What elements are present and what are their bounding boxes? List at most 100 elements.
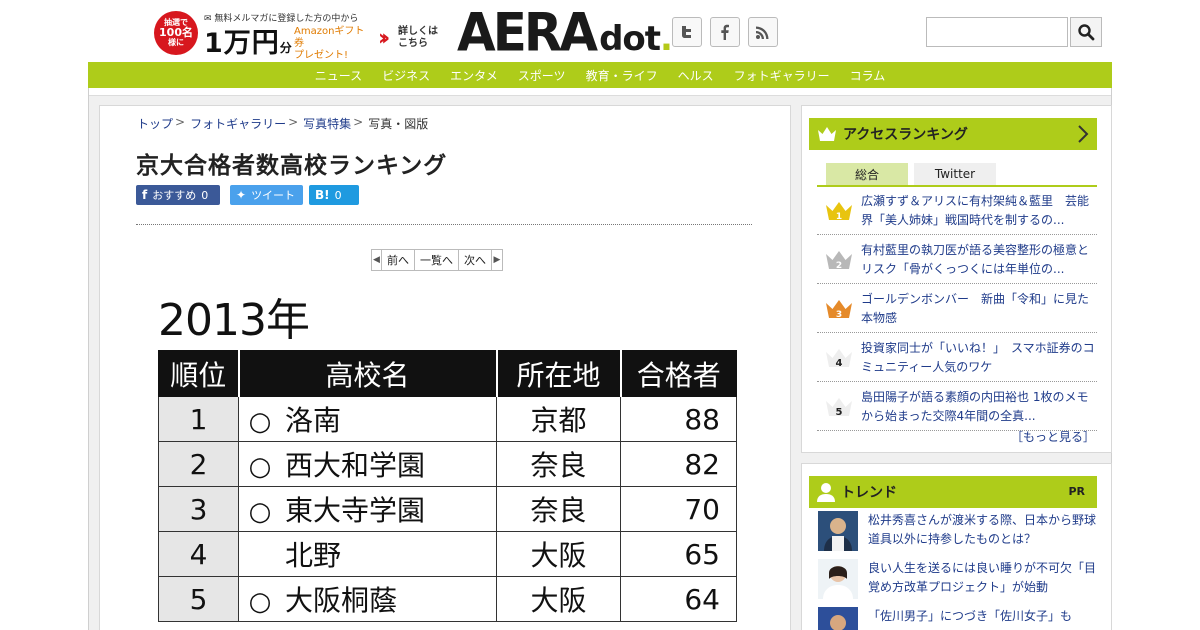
nav-item-business[interactable]: ビジネス <box>372 67 440 84</box>
breadcrumb: トップ > フォトギャラリー > 写真特集 > 写真・図版 <box>137 115 428 132</box>
circle-mark-icon: ○ <box>248 587 272 617</box>
rank-1-crown-icon: 1 <box>817 200 861 222</box>
nav-item-health[interactable]: ヘルス <box>668 67 724 84</box>
site-header: 抽選で 100名 様に ✉ 無料メルマガに登録した方の中から 1万円分 Amaz… <box>88 0 1112 62</box>
breadcrumb-separator-icon: > <box>353 115 364 129</box>
ranking-item-text: 投資家同士が「いいね！」 スマホ証券のコミュニティー人気のワケ <box>861 340 1095 374</box>
chevron-right-icon[interactable] <box>1077 125 1089 143</box>
rank-cell: 4 <box>158 531 239 577</box>
logo-aera: AERA <box>457 2 598 64</box>
school-name: 北野 <box>285 539 342 572</box>
table-row: 1 ○ 洛南 京都 88 <box>158 396 737 442</box>
promo-badge-line2: 100名 <box>159 26 193 39</box>
trend-item-text: 良い人生を送るには良い睡りが不可欠「目覚め方改革プロジェクト」が始動 <box>868 561 1097 594</box>
ranking-item[interactable]: 5 島田陽子が語る素顔の内田裕也 1枚のメモから始まった交際4年間の全真... <box>817 383 1097 431</box>
passers-cell: 64 <box>620 576 737 622</box>
nav-item-news[interactable]: ニュース <box>305 67 372 84</box>
rss-icon[interactable] <box>748 17 778 47</box>
access-ranking-header[interactable]: アクセスランキング <box>809 118 1097 150</box>
pager-left-arrow-icon[interactable]: ◀ <box>372 250 382 270</box>
tab-overall[interactable]: 総合 <box>826 163 908 185</box>
search-input[interactable] <box>926 17 1068 47</box>
trend-item[interactable]: 良い人生を送るには良い睡りが不可欠「目覚め方改革プロジェクト」が始動 <box>818 559 1098 605</box>
column-header-rank: 順位 <box>158 350 240 397</box>
person-icon <box>817 483 835 502</box>
table-header-row: 順位 高校名 所在地 合格者 <box>158 350 737 397</box>
column-header-location: 所在地 <box>496 350 622 397</box>
breadcrumb-current: 写真・図版 <box>368 117 429 131</box>
facebook-share-button[interactable]: f おすすめ 0 <box>136 185 220 205</box>
rank-cell: 2 <box>158 441 239 487</box>
rank-5-crown-icon: 5 <box>817 396 861 418</box>
promo-detail-link[interactable]: 詳しくは こちら <box>398 26 438 50</box>
site-logo[interactable]: AERA dot. <box>457 2 673 64</box>
table-row: 3 ○ 東大寺学園 奈良 70 <box>158 486 737 532</box>
table-row: 5 ○ 大阪桐蔭 大阪 64 <box>158 576 737 622</box>
svg-text:3: 3 <box>836 310 842 320</box>
school-name: 西大和学園 <box>285 449 426 482</box>
ranking-item-text: 有村藍里の執刀医が語る美容整形の極意とリスク「骨がくっつくには年単位の... <box>861 242 1090 276</box>
ranking-item[interactable]: 4 投資家同士が「いいね！」 スマホ証券のコミュニティー人気のワケ <box>817 334 1097 382</box>
global-nav: ニュース ビジネス エンタメ スポーツ 教育・ライフ ヘルス フォトギャラリー … <box>88 62 1112 88</box>
promo-badge[interactable]: 抽選で 100名 様に <box>154 11 198 55</box>
tweet-label: ツイート <box>251 189 296 202</box>
nav-item-sports[interactable]: スポーツ <box>508 67 576 84</box>
trend-thumbnail <box>818 607 858 630</box>
ranking-item[interactable]: 3 ゴールデンボンバー 新曲「令和」に見た本物感 <box>817 285 1097 333</box>
tweet-button[interactable]: ✦ ツイート <box>230 185 303 205</box>
promo-amount-unit: 分 <box>279 41 293 55</box>
hatena-bookmark-button[interactable]: B! 0 <box>309 185 359 205</box>
facebook-icon: f <box>142 188 148 202</box>
school-name: 東大寺学園 <box>285 494 426 527</box>
pager-list-button[interactable]: 一覧へ <box>415 250 459 270</box>
pager-right-arrow-icon[interactable]: ▶ <box>492 250 502 270</box>
access-ranking-box: アクセスランキング 総合 Twitter 1 広瀬すず＆アリスに有村架純＆藍里 … <box>801 105 1112 453</box>
circle-mark-icon: ○ <box>248 497 272 527</box>
svg-text:1: 1 <box>836 212 842 222</box>
circle-mark-icon: ○ <box>248 452 272 482</box>
more-ranking-link[interactable]: ［もっと見る］ <box>1011 428 1095 445</box>
passers-cell: 65 <box>620 531 737 577</box>
column-header-school: 高校名 <box>238 350 498 397</box>
school-cell: 北野 <box>238 531 497 577</box>
pager-next-button[interactable]: 次へ <box>459 250 492 270</box>
trend-item[interactable]: 松井秀喜さんが渡米する際、日本から野球道具以外に持参したものとは？ <box>818 511 1098 557</box>
promo-amount-value: 1万円 <box>204 28 280 59</box>
nav-item-education-life[interactable]: 教育・ライフ <box>576 67 668 84</box>
breadcrumb-photo-gallery[interactable]: フォトギャラリー <box>190 115 286 132</box>
logo-dot-text: dot <box>599 19 661 59</box>
location-cell: 奈良 <box>496 486 621 532</box>
trend-thumbnail <box>818 559 858 599</box>
facebook-share-label: おすすめ <box>152 189 197 202</box>
tab-twitter[interactable]: Twitter <box>914 163 996 185</box>
nav-item-photo-gallery[interactable]: フォトギャラリー <box>724 67 840 84</box>
trend-thumbnail <box>818 511 858 551</box>
rank-2-crown-icon: 2 <box>817 249 861 271</box>
ranking-figure: 2013年 順位 高校名 所在地 合格者 1 ○ 洛南 京都 88 2 ○ 西大… <box>158 296 738 622</box>
promo-gift-text[interactable]: Amazonギフト券 プレゼント! <box>294 26 374 62</box>
trend-item[interactable]: 「佐川男子」につづき「佐川女子」も <box>818 607 1098 630</box>
breadcrumb-top[interactable]: トップ <box>137 115 173 132</box>
ranking-item[interactable]: 2 有村藍里の執刀医が語る美容整形の極意とリスク「骨がくっつくには年単位の... <box>817 236 1097 284</box>
double-chevron-right-icon[interactable]: ›› <box>378 26 390 51</box>
passers-cell: 70 <box>620 486 737 532</box>
table-row: 2 ○ 西大和学園 奈良 82 <box>158 441 737 487</box>
location-cell: 京都 <box>496 396 621 442</box>
pager-prev-button[interactable]: 前へ <box>382 250 415 270</box>
divider <box>136 224 752 225</box>
nav-item-column[interactable]: コラム <box>840 67 896 84</box>
search-button[interactable] <box>1070 17 1102 47</box>
promo-amount[interactable]: 1万円分 <box>204 21 293 60</box>
location-cell: 奈良 <box>496 441 621 487</box>
breadcrumb-photo-feature[interactable]: 写真特集 <box>303 115 351 132</box>
facebook-icon[interactable] <box>710 17 740 47</box>
school-cell: ○ 東大寺学園 <box>238 486 497 532</box>
location-cell: 大阪 <box>496 576 621 622</box>
twitter-icon[interactable] <box>672 17 702 47</box>
figure-year: 2013年 <box>158 295 310 346</box>
rank-cell: 1 <box>158 396 239 442</box>
search-icon <box>1078 24 1095 41</box>
facebook-share-count: 0 <box>201 188 209 202</box>
ranking-item[interactable]: 1 広瀬すず＆アリスに有村架純＆藍里 芸能界「美人姉妹」戦国時代を制するの... <box>817 187 1097 235</box>
nav-item-entertainment[interactable]: エンタメ <box>440 67 508 84</box>
